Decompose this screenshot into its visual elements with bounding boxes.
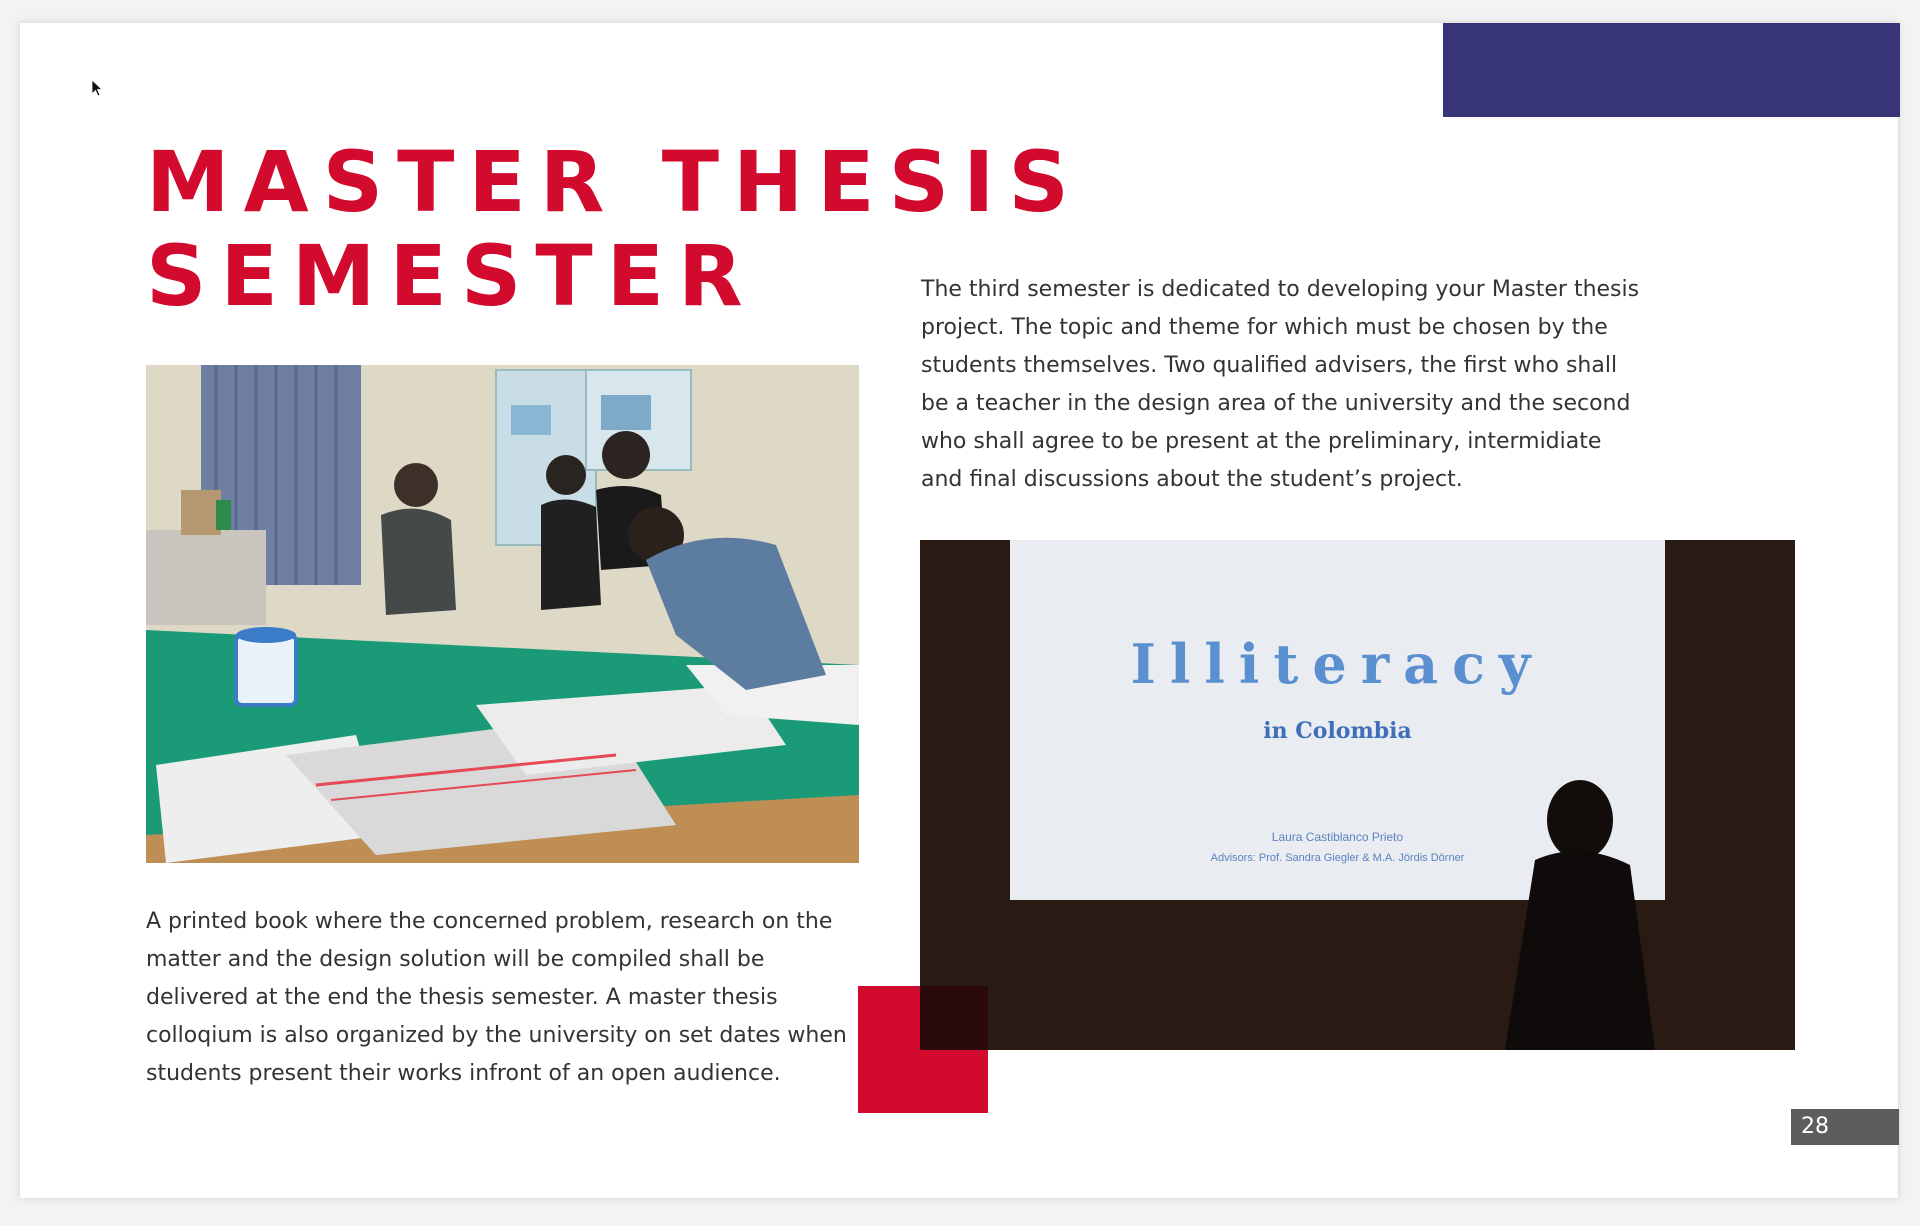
workshop-illustration <box>146 365 859 863</box>
decorative-blue-block <box>1443 23 1900 117</box>
closing-paragraph: A printed book where the concerned probl… <box>146 909 847 1086</box>
presenter-silhouette <box>1505 780 1655 1050</box>
students-workshop-photo <box>146 365 859 863</box>
decorative-overlap-square <box>920 986 988 1050</box>
thesis-presentation-photo: Illiteracy in Colombia Laura Castiblanco… <box>920 540 1795 1050</box>
title-line-1: MASTER THESIS <box>146 133 1083 231</box>
intro-paragraph: The third semester is dedicated to devel… <box>921 277 1640 492</box>
page-number: 28 <box>1791 1109 1899 1145</box>
mouse-cursor-icon <box>92 80 104 97</box>
